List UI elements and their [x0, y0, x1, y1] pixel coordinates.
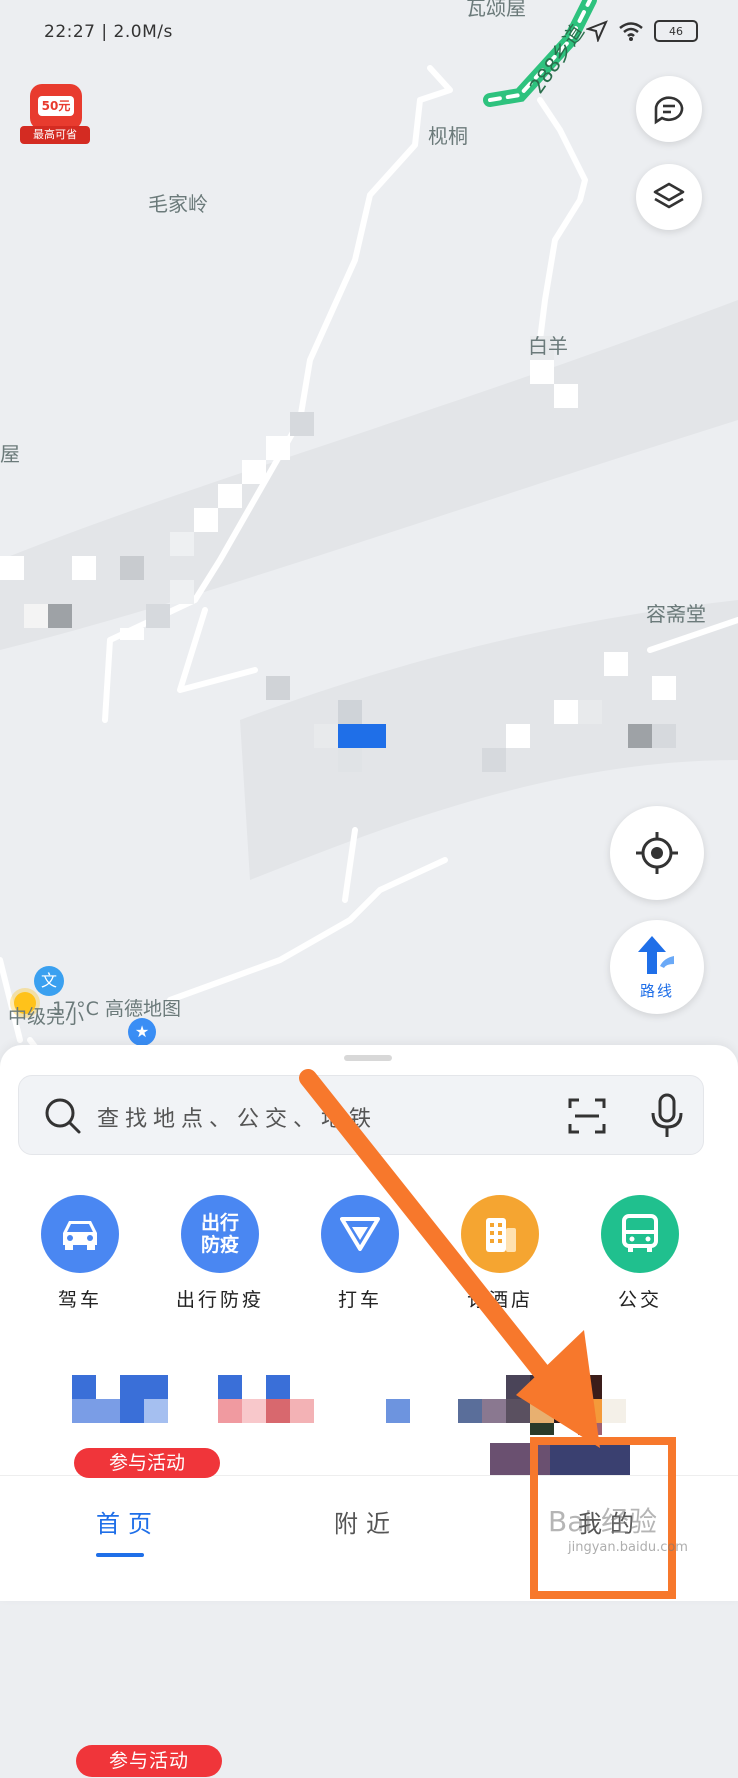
star-poi-icon: ★ — [128, 1018, 156, 1046]
message-button[interactable] — [636, 76, 702, 142]
layers-icon — [653, 182, 685, 209]
hotel-icon — [461, 1195, 539, 1273]
route-button[interactable]: 路线 — [610, 920, 704, 1014]
bus-icon — [601, 1195, 679, 1273]
search-input[interactable]: 查找地点、公交、地铁 — [97, 1101, 377, 1133]
place-label: 毛家岭 — [148, 192, 208, 216]
route-arrow-icon — [638, 935, 674, 974]
activity-badge[interactable] — [76, 1746, 222, 1778]
place-label: 白羊 — [528, 334, 568, 358]
promo-tag: 最高可省 — [20, 126, 90, 144]
scan-icon[interactable] — [567, 1096, 607, 1136]
place-label: 容斋堂 — [646, 602, 706, 626]
search-icon — [45, 1098, 81, 1134]
tab-home[interactable]: 首页 — [96, 1504, 160, 1557]
service-hotel[interactable]: 订酒店 — [440, 1195, 560, 1312]
car-icon — [41, 1195, 119, 1273]
service-bus[interactable]: 公交 — [580, 1195, 700, 1312]
watermark-url: jingyan.baidu.com — [568, 1540, 688, 1555]
tab-active-indicator — [96, 1553, 144, 1557]
watermark: Bai 经验 — [548, 1505, 658, 1538]
service-epidemic[interactable]: 出行 防疫 出行防疫 — [160, 1195, 280, 1312]
message-icon — [654, 96, 684, 125]
location-arrow-icon — [586, 20, 608, 42]
tab-nearby[interactable]: 附近 — [334, 1504, 398, 1539]
activity-pill[interactable]: 参与活动 — [74, 1448, 220, 1478]
route-label: 路线 — [639, 981, 674, 1000]
microphone-icon[interactable] — [649, 1093, 685, 1139]
promo-amount: 50元 — [38, 96, 74, 116]
service-taxi[interactable]: 打车 — [300, 1195, 420, 1312]
service-drive[interactable]: 驾车 — [20, 1195, 140, 1312]
promo-coupon[interactable]: 50元 最高可省 — [20, 74, 90, 146]
layers-button[interactable] — [636, 164, 702, 230]
poi-badge-icon: 文 — [34, 966, 64, 996]
place-label: 屋 — [0, 442, 20, 466]
clock: 22:27 | 2.0M/s — [44, 22, 173, 42]
status-bar: 22:27 | 2.0M/s 46 — [0, 0, 738, 66]
drag-handle[interactable] — [344, 1055, 392, 1061]
locate-button[interactable] — [610, 806, 704, 900]
place-label: 枧桐 — [428, 124, 468, 148]
taxi-icon — [321, 1195, 399, 1273]
epidemic-icon: 出行 防疫 — [181, 1195, 259, 1273]
weather-map-label: 17°C 高德地图 — [52, 998, 181, 1020]
crosshair-icon — [636, 832, 678, 874]
search-bar[interactable]: 查找地点、公交、地铁 — [18, 1075, 704, 1155]
wifi-icon — [619, 22, 643, 41]
network-speed: 2.0M/s — [113, 22, 173, 42]
battery-icon: 46 — [654, 20, 698, 42]
